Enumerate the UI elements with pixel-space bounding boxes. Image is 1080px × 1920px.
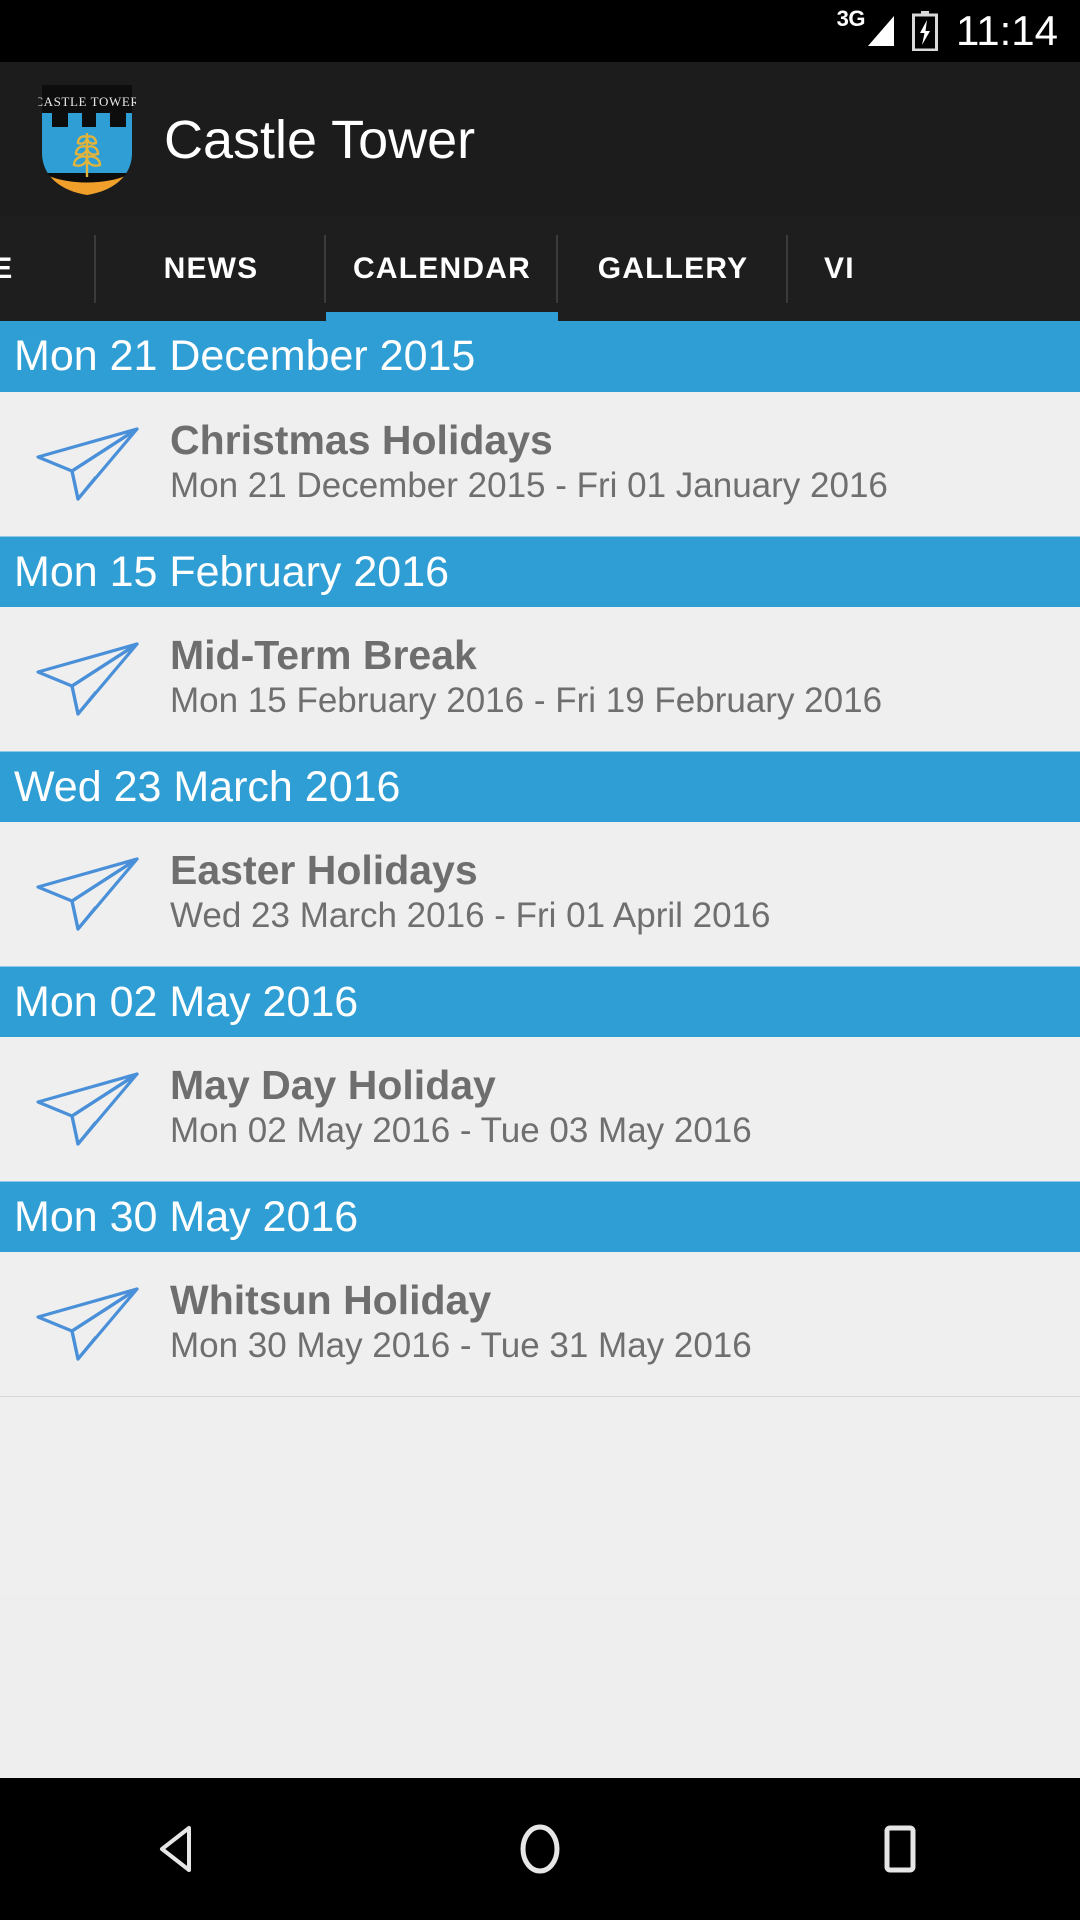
tab-gallery-label: GALLERY bbox=[597, 252, 749, 285]
date-group-header: Wed 23 March 2016 bbox=[0, 751, 1080, 822]
event-text: Whitsun Holiday Mon 30 May 2016 - Tue 31… bbox=[170, 1279, 1080, 1365]
date-group-label: Mon 30 May 2016 bbox=[14, 1192, 359, 1241]
tab-video-label: VI bbox=[824, 252, 855, 285]
event-date-range: Mon 21 December 2015 - Fri 01 January 20… bbox=[170, 466, 888, 506]
event-date-range: Mon 02 May 2016 - Tue 03 May 2016 bbox=[170, 1111, 752, 1151]
list-empty-space bbox=[0, 1397, 1080, 1597]
event-text: Christmas Holidays Mon 21 December 2015 … bbox=[170, 419, 1080, 505]
event-title: Whitsun Holiday bbox=[170, 1277, 492, 1324]
list-item[interactable]: Whitsun Holiday Mon 30 May 2016 - Tue 31… bbox=[0, 1252, 1080, 1396]
tab-gallery[interactable]: GALLERY bbox=[558, 217, 788, 321]
calendar-list[interactable]: Mon 21 December 2015 Christmas Holidays … bbox=[0, 321, 1080, 1778]
tab-home-label: ME bbox=[0, 252, 14, 285]
logo-text: CASTLE TOWER bbox=[38, 94, 136, 109]
event-date-range: Mon 30 May 2016 - Tue 31 May 2016 bbox=[170, 1326, 752, 1366]
recents-square-icon[interactable] bbox=[825, 1778, 975, 1920]
paper-plane-icon bbox=[0, 1064, 170, 1150]
status-bar-clock: 11:14 bbox=[956, 7, 1058, 54]
date-group-label: Mon 15 February 2016 bbox=[14, 547, 450, 596]
battery-charging-icon bbox=[912, 11, 938, 52]
page-title: Castle Tower bbox=[164, 109, 476, 170]
paper-plane-icon bbox=[0, 849, 170, 935]
event-text: Easter Holidays Wed 23 March 2016 - Fri … bbox=[170, 849, 1080, 935]
tab-calendar-label: CALENDAR bbox=[353, 252, 531, 285]
network-type-label: 3G bbox=[836, 6, 866, 31]
list-item[interactable]: Easter Holidays Wed 23 March 2016 - Fri … bbox=[0, 822, 1080, 966]
tab-bar[interactable]: ME NEWS CALENDAR GALLERY VI bbox=[0, 217, 1080, 321]
system-navigation-bar bbox=[0, 1778, 1080, 1920]
list-item[interactable]: Mid-Term Break Mon 15 February 2016 - Fr… bbox=[0, 607, 1080, 751]
event-title: Easter Holidays bbox=[170, 847, 478, 894]
tab-home[interactable]: ME bbox=[0, 217, 96, 321]
event-date-range: Wed 23 March 2016 - Fri 01 April 2016 bbox=[170, 896, 771, 936]
date-group-header: Mon 21 December 2015 bbox=[0, 321, 1080, 392]
event-title: May Day Holiday bbox=[170, 1062, 496, 1109]
event-text: May Day Holiday Mon 02 May 2016 - Tue 03… bbox=[170, 1064, 1080, 1150]
list-item[interactable]: May Day Holiday Mon 02 May 2016 - Tue 03… bbox=[0, 1037, 1080, 1181]
signal-bars-icon bbox=[866, 14, 896, 48]
phone-screen: 3G 11:14 CASTLE TOWER Castle Tower E NEW… bbox=[0, 0, 1080, 1920]
tab-video[interactable]: VI bbox=[788, 217, 888, 321]
date-group-label: Mon 21 December 2015 bbox=[14, 332, 476, 380]
event-date-range: Mon 15 February 2016 - Fri 19 February 2… bbox=[170, 681, 883, 721]
date-group-header: Mon 30 May 2016 bbox=[0, 1181, 1080, 1252]
list-item[interactable]: Christmas Holidays Mon 21 December 2015 … bbox=[0, 392, 1080, 536]
castle-tower-shield-logo: CASTLE TOWER bbox=[34, 81, 139, 199]
event-text: Mid-Term Break Mon 15 February 2016 - Fr… bbox=[170, 634, 1080, 720]
date-group-label: Wed 23 March 2016 bbox=[14, 762, 401, 811]
tab-calendar[interactable]: CALENDAR bbox=[326, 217, 558, 321]
home-circle-icon[interactable] bbox=[465, 1778, 615, 1920]
tab-news[interactable]: NEWS bbox=[96, 217, 326, 321]
event-title: Mid-Term Break bbox=[170, 632, 477, 679]
back-triangle-icon[interactable] bbox=[105, 1778, 255, 1920]
event-title: Christmas Holidays bbox=[170, 417, 553, 464]
paper-plane-icon bbox=[0, 634, 170, 720]
date-group-header: Mon 15 February 2016 bbox=[0, 536, 1080, 607]
tab-news-label: NEWS bbox=[163, 252, 259, 285]
paper-plane-icon bbox=[0, 1279, 170, 1365]
date-group-label: Mon 02 May 2016 bbox=[14, 977, 359, 1026]
date-group-header: Mon 02 May 2016 bbox=[0, 966, 1080, 1037]
app-bar: CASTLE TOWER Castle Tower bbox=[0, 62, 1080, 217]
paper-plane-icon bbox=[0, 419, 170, 505]
status-bar: 3G 11:14 bbox=[0, 0, 1080, 62]
